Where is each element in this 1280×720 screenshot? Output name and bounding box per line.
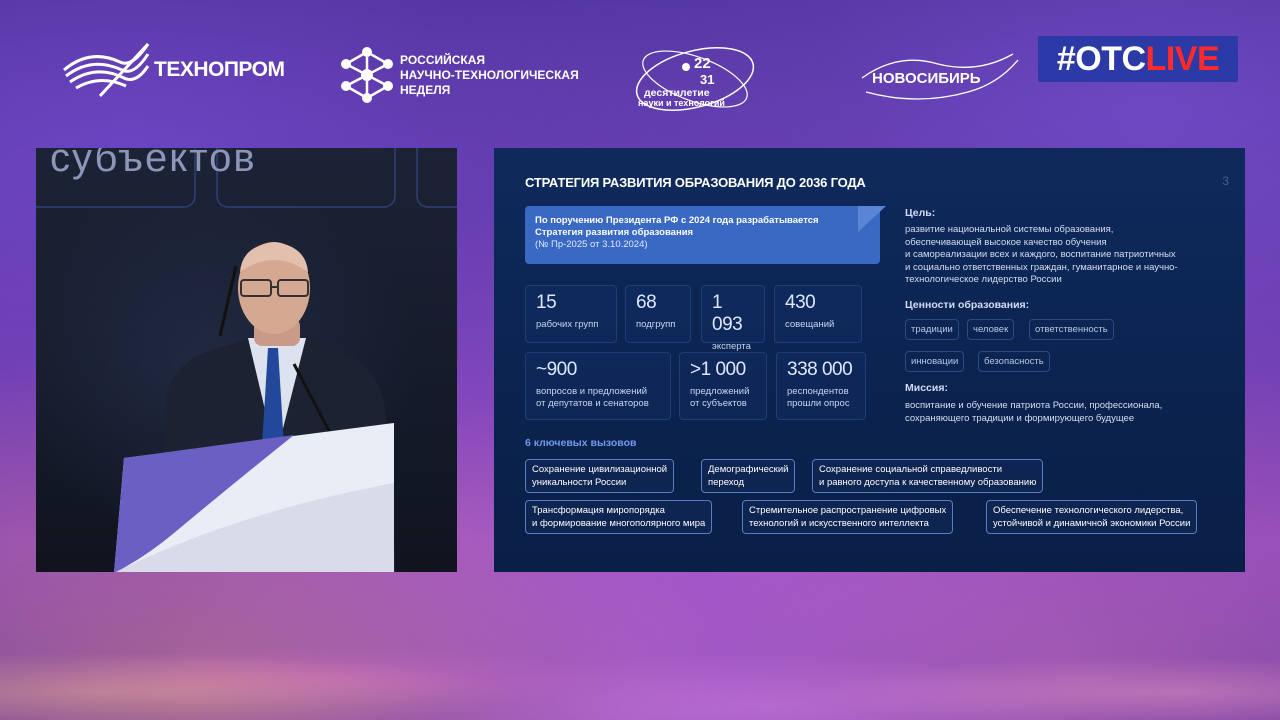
slide-page-number: 3 xyxy=(1222,174,1229,188)
decade-line-2: науки и технологий xyxy=(638,98,725,108)
podium xyxy=(114,423,394,572)
challenge-card: Сохранение социальной справедливости и р… xyxy=(812,459,1044,493)
value-tag: инновации xyxy=(905,351,965,372)
stat-label: вопросов и предложений от депутатов и се… xyxy=(536,386,649,409)
value-tag: ответственность xyxy=(1029,319,1114,340)
challenges-heading: 6 ключевых вызовов xyxy=(525,437,637,449)
rntn-line-1: РОССИЙСКАЯ xyxy=(400,52,486,67)
background-glow xyxy=(0,580,1280,720)
stat-card: >1 000 предложений от субъектов xyxy=(679,352,767,420)
background-screen-text: субъектов xyxy=(50,148,257,180)
stat-label: предложений от субъектов xyxy=(690,386,750,409)
rntn-line-2: НАУЧНО-ТЕХНОЛОГИЧЕСКАЯ xyxy=(400,67,579,82)
stat-card: 15 рабочих групп xyxy=(525,285,617,343)
stat-card: 338 000 респондентов прошли опрос xyxy=(776,352,866,420)
stat-value: >1 000 xyxy=(690,359,746,380)
novosibirsk-logo: НОВОСИБИРЬ xyxy=(858,48,1023,106)
background-panel-right xyxy=(416,148,457,208)
goal-heading: Цель: xyxy=(905,207,936,219)
challenge-card: Трансформация миропорядка и формирование… xyxy=(525,500,713,534)
stat-value: 1 093 xyxy=(712,292,743,335)
otc-hash-text: #OTC xyxy=(1056,39,1146,78)
partner-logos-bar: ТЕХНОПРОМ РОССИЙСКАЯ НАУЧНО-ТЕХНОЛОГИЧЕС… xyxy=(0,30,1280,130)
rntn-text: РОССИЙСКАЯ НАУЧНО-ТЕХНОЛОГИЧЕСКАЯ НЕДЕЛЯ xyxy=(400,53,579,98)
novosibirsk-text: НОВОСИБИРЬ xyxy=(872,70,981,87)
stat-card: 68 подгрупп xyxy=(625,285,691,343)
value-tag: человек xyxy=(967,319,1015,340)
value-tag: традиции xyxy=(905,319,959,340)
value-tag: безопасность xyxy=(978,351,1050,372)
challenge-card: Сохранение цивилизационной уникальности … xyxy=(525,459,675,493)
technoprom-logo: ТЕХНОПРОМ xyxy=(60,40,285,100)
banner-line-3: (№ Пр-2025 от 3.10.2024) xyxy=(535,239,648,250)
presidential-order-banner: По поручению Президента РФ с 2024 года р… xyxy=(525,206,886,264)
presentation-slide: СТРАТЕГИЯ РАЗВИТИЯ ОБРАЗОВАНИЯ ДО 2036 Г… xyxy=(494,148,1245,572)
banner-line-2: Стратегия развития образования xyxy=(535,227,694,238)
stat-label: подгрупп xyxy=(636,319,676,330)
banner-line-1: По поручению Президента РФ с 2024 года р… xyxy=(535,215,819,226)
novosibirsk-swoosh-icon: НОВОСИБИРЬ xyxy=(861,53,1019,100)
stat-value: 430 xyxy=(785,292,816,313)
stat-value: 68 xyxy=(636,292,657,313)
mission-heading: Миссия: xyxy=(905,382,948,394)
mission-text: воспитание и обучение патриота России, п… xyxy=(905,400,1163,424)
stat-label: рабочих групп xyxy=(536,319,599,330)
stat-value: ~900 xyxy=(536,359,577,380)
stat-card: 1 093 эксперта xyxy=(701,285,765,352)
challenge-card: Обеспечение технологического лидерства, … xyxy=(986,500,1198,534)
values-heading: Ценности образования: xyxy=(905,299,1030,311)
decade-bottom-number: 31 xyxy=(700,72,714,87)
otc-live-logo: #OTC LIVE xyxy=(1038,36,1238,82)
otc-live-text: LIVE xyxy=(1145,39,1220,78)
decade-of-science-logo: 22 31 десятилетие науки и технологий xyxy=(630,34,760,124)
challenge-card: Стремительное распространение цифровых т… xyxy=(742,500,954,534)
rntn-logo: РОССИЙСКАЯ НАУЧНО-ТЕХНОЛОГИЧЕСКАЯ НЕДЕЛЯ xyxy=(340,44,579,106)
goal-text: развитие национальной системы образовани… xyxy=(905,224,1178,285)
stat-label: совещаний xyxy=(785,319,835,330)
stat-label: респондентов прошли опрос xyxy=(787,386,850,409)
stat-card: ~900 вопросов и предложений от депутатов… xyxy=(525,352,671,420)
molecule-icon xyxy=(341,47,393,103)
decade-top-number: 22 xyxy=(694,55,711,72)
stat-value: 15 xyxy=(536,292,557,313)
stat-value: 338 000 xyxy=(787,359,853,380)
slide-title: СТРАТЕГИЯ РАЗВИТИЯ ОБРАЗОВАНИЯ ДО 2036 Г… xyxy=(525,175,866,190)
stat-card: 430 совещаний xyxy=(774,285,862,343)
rntn-line-3: НЕДЕЛЯ xyxy=(400,82,451,97)
speaker-video-feed: субъектов xyxy=(36,148,457,572)
technoprom-icon xyxy=(63,42,150,98)
challenge-card: Демографический переход xyxy=(701,459,796,493)
orbit-icon: 22 31 десятилетие науки и технологий xyxy=(635,47,755,111)
technoprom-text: ТЕХНОПРОМ xyxy=(154,58,285,81)
